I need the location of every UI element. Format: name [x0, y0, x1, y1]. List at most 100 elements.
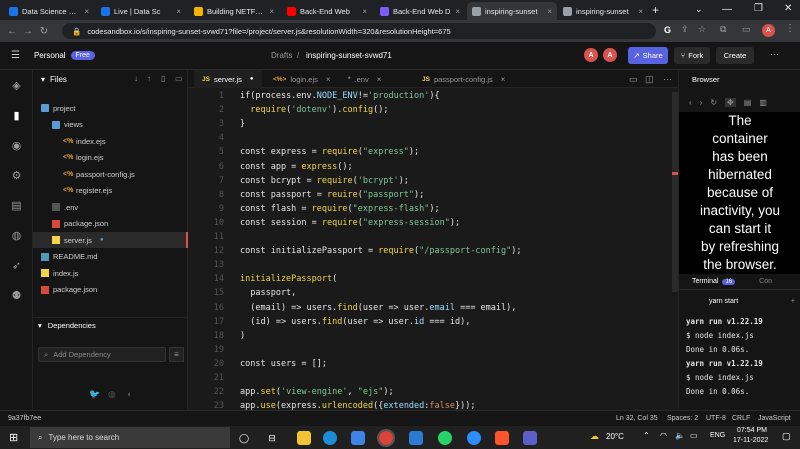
edge-icon[interactable]	[323, 431, 337, 445]
code-line[interactable]: const app = express();	[240, 162, 353, 172]
notifications-icon[interactable]: ▢	[782, 431, 791, 442]
code-line[interactable]: initializePassport(	[240, 274, 337, 284]
code-line[interactable]: const initializePassport = require("/pas…	[240, 246, 522, 256]
preview-back-icon[interactable]: ‹	[689, 98, 692, 107]
teams-icon[interactable]	[523, 431, 537, 445]
line-endings[interactable]: CRLF	[732, 415, 750, 422]
code-line[interactable]: require('dotenv').config();	[240, 105, 388, 115]
file-tree-item[interactable]: server.js ●	[33, 232, 188, 248]
browser-tab[interactable]: Building NETFLIX ×	[189, 2, 279, 20]
split-view-icon[interactable]: ▭	[742, 24, 751, 35]
code-line[interactable]: const users = [];	[240, 359, 327, 369]
reload-icon[interactable]: ↻	[36, 26, 52, 37]
chevron-down-icon[interactable]: ▾	[41, 75, 45, 84]
file-tree-item[interactable]: <% index.ejs	[33, 133, 188, 149]
editor-tab[interactable]: JS passport-config.js ×	[414, 70, 513, 88]
share-page-icon[interactable]: ⇪	[681, 24, 689, 35]
close-tab-icon[interactable]: ×	[176, 7, 181, 16]
battery-icon[interactable]: ▭	[690, 431, 698, 440]
input-language[interactable]: ENG	[710, 432, 725, 439]
close-tab-icon[interactable]: ×	[326, 75, 331, 84]
zoom-icon[interactable]	[467, 431, 481, 445]
user-avatar[interactable]: A	[603, 48, 617, 62]
file-icon[interactable]: ▮	[10, 110, 23, 122]
commit-hash[interactable]: 9a37fb7ee	[8, 415, 41, 422]
volume-icon[interactable]: 🔈	[675, 431, 685, 440]
new-tab-icon[interactable]: +	[652, 3, 659, 17]
cube-icon[interactable]: ◈	[10, 80, 23, 92]
editor-more-icon[interactable]: ⋯	[663, 74, 672, 85]
forward-icon[interactable]: →	[20, 26, 36, 37]
users-icon[interactable]: ⚉	[10, 290, 23, 302]
widgets-icon[interactable]: ⊟	[265, 431, 279, 445]
file-tree-item[interactable]: .env	[33, 199, 188, 215]
preview-copy-icon[interactable]: ▤	[744, 98, 752, 107]
chrome-icon[interactable]	[377, 429, 395, 447]
discord-icon[interactable]: ◐	[127, 389, 132, 399]
sort-up-icon[interactable]: ↑	[147, 74, 151, 83]
close-tab-icon[interactable]: ×	[501, 75, 506, 84]
taskbar-search[interactable]: ⌕ Type here to search	[30, 427, 230, 448]
close-tab-icon[interactable]: ×	[269, 7, 274, 16]
clock-time[interactable]: 07:54 PM	[737, 427, 767, 434]
file-tree-item[interactable]: <% register.ejs	[33, 183, 188, 199]
sandbox-name[interactable]: inspiring-sunset-svwd71	[306, 51, 392, 60]
task-view-icon[interactable]: ◯	[237, 431, 251, 445]
sort-down-icon[interactable]: ↓	[134, 74, 138, 83]
code-line[interactable]: (id) => users.find(user => user.id === i…	[240, 317, 470, 327]
minimize-icon[interactable]: —	[722, 4, 732, 15]
code-line[interactable]: passport,	[240, 288, 296, 298]
new-file-icon[interactable]: ▯	[161, 74, 165, 83]
browser-tab[interactable]: Back-End Web D ×	[375, 2, 465, 20]
weather-icon[interactable]: ☁	[590, 431, 599, 442]
file-tree-item[interactable]: README.md	[33, 249, 188, 265]
more-options-icon[interactable]: ⋯	[770, 49, 779, 60]
browser-menu-icon[interactable]: ⋮	[785, 23, 795, 34]
server-icon[interactable]: ▤	[10, 200, 23, 212]
rocket-icon[interactable]: ➶	[10, 260, 23, 272]
encoding[interactable]: UTF-8	[706, 415, 726, 422]
code-line[interactable]: const flash = require("express-flash");	[240, 204, 440, 214]
code-editor[interactable]: 1 if(process.env.NODE_ENV!='production'){…	[188, 88, 678, 410]
code-line[interactable]: }	[240, 119, 245, 129]
vscode-icon[interactable]	[409, 431, 423, 445]
file-tree-item[interactable]: <% passport-config.js	[33, 166, 188, 182]
preview-forward-icon[interactable]: ›	[700, 98, 703, 107]
close-tab-icon[interactable]: ×	[362, 7, 367, 16]
file-tree-item[interactable]: <% login.ejs	[33, 150, 188, 166]
url-bar[interactable]: 🔒 codesandbox.io/s/inspiring-sunset-svwd…	[62, 23, 656, 39]
editor-tab[interactable]: <%> login.ejs ×	[265, 70, 339, 88]
hamburger-menu-icon[interactable]: ☰	[11, 50, 20, 61]
preview-expand-icon[interactable]: ▥	[759, 98, 767, 107]
file-explorer-icon[interactable]	[297, 431, 311, 445]
dependency-list-button[interactable]: ≡	[169, 347, 184, 362]
tab-search-icon[interactable]: ⌄	[695, 4, 703, 15]
browser-tab[interactable]: inspiring-sunset ×	[467, 2, 557, 20]
browser-tab[interactable]: Back-End Web ×	[282, 2, 372, 20]
file-tree-item[interactable]: package.json	[33, 216, 188, 232]
code-line[interactable]: const express = require("express");	[240, 147, 419, 157]
code-line[interactable]: const bcrypt = require('bcrypt');	[240, 176, 409, 186]
editor-tab[interactable]: JS server.js ●	[194, 70, 262, 88]
github-footer-icon[interactable]: ◍	[108, 389, 116, 400]
whatsapp-icon[interactable]	[438, 431, 452, 445]
cursor-position[interactable]: Ln 32, Col 35	[616, 415, 658, 422]
clock-date[interactable]: 17-11-2022	[733, 437, 768, 444]
profile-avatar-icon[interactable]: A	[762, 24, 775, 37]
code-line[interactable]: if(process.env.NODE_ENV!='production'){	[240, 91, 440, 101]
new-folder-icon[interactable]: ▭	[175, 74, 183, 83]
code-line[interactable]: app.use(express.urlencoded({extended:fal…	[240, 401, 476, 410]
preview-grid-icon[interactable]: ✥	[725, 97, 736, 107]
code-line[interactable]: app.set('view-engine', "ejs");	[240, 387, 394, 397]
file-tree-item[interactable]: views	[33, 117, 188, 133]
temperature[interactable]: 20°C	[606, 432, 624, 441]
twitter-icon[interactable]: 🐦	[89, 389, 100, 400]
file-tree-item[interactable]: package.json	[33, 282, 188, 298]
code-line[interactable]: )	[240, 331, 245, 341]
terminal-title[interactable]: Terminal	[692, 278, 718, 285]
close-tab-icon[interactable]: ×	[455, 7, 460, 16]
code-line[interactable]: const session = require("express-session…	[240, 218, 460, 228]
store-icon[interactable]	[351, 431, 365, 445]
share-button[interactable]: ↗ Share	[628, 47, 668, 64]
terminal-session-tab[interactable]: yarn start +	[679, 294, 800, 308]
